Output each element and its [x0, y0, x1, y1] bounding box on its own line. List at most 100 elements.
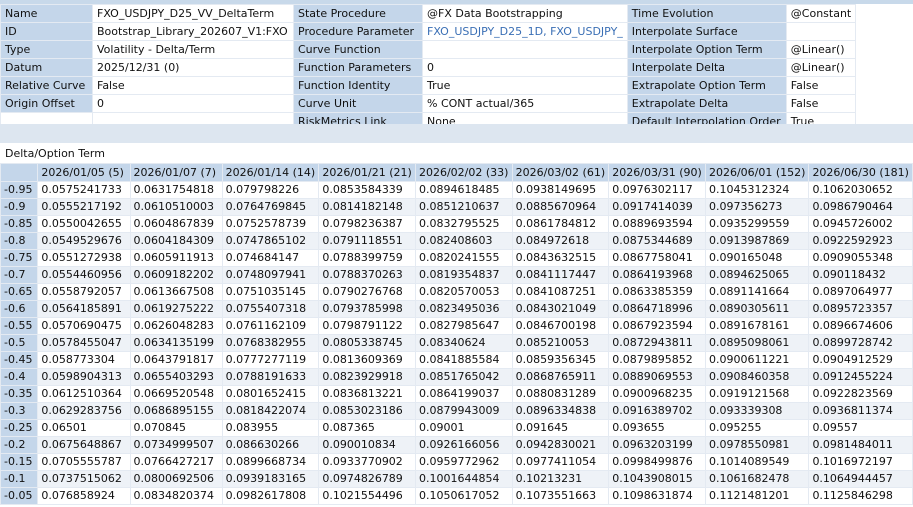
table-cell[interactable]: 0.09001	[414, 419, 513, 437]
table-cell[interactable]: 0.0976302117	[608, 181, 706, 199]
table-cell[interactable]: 0.0922592923	[808, 232, 913, 250]
table-cell[interactable]: 0.0945726002	[808, 215, 913, 233]
table-cell[interactable]: 0.0864718996	[608, 300, 706, 318]
table-cell[interactable]: 0.0879895852	[608, 351, 706, 369]
table-cell[interactable]: 0.0832795525	[414, 215, 513, 233]
table-cell[interactable]: 0.0813609369	[318, 351, 416, 369]
property-value[interactable]: @Linear()	[785, 40, 857, 59]
table-cell[interactable]: 0.0610510003	[129, 198, 223, 216]
table-cell[interactable]: 0.0604867839	[129, 215, 223, 233]
table-cell[interactable]: 0.1021554496	[318, 487, 416, 505]
table-cell[interactable]: 0.0612510364	[37, 385, 131, 403]
table-cell[interactable]: 0.0904912529	[808, 351, 913, 369]
table-cell[interactable]: 0.0981484011	[808, 436, 913, 454]
table-cell[interactable]: 0.058773304	[37, 351, 131, 369]
table-cell[interactable]: 0.0963203199	[608, 436, 706, 454]
row-header-delta[interactable]: -0.85	[0, 215, 39, 233]
table-cell[interactable]: 0.0859356345	[511, 351, 610, 369]
table-cell[interactable]: 0.083955	[221, 419, 320, 437]
property-value[interactable]: % CONT actual/365	[422, 94, 628, 113]
property-value[interactable]: 0	[92, 94, 294, 113]
table-cell[interactable]: 0.0788191633	[221, 368, 320, 386]
row-header-delta[interactable]: -0.6	[0, 300, 39, 318]
table-cell[interactable]: 0.0936811374	[808, 402, 913, 420]
property-value[interactable]: FXO_USDJPY_D25_1D, FXO_USDJPY_	[422, 22, 628, 41]
table-cell[interactable]: 0.0604184309	[129, 232, 223, 250]
table-cell[interactable]: 0.0939183165	[221, 470, 320, 488]
table-cell[interactable]: 0.0578455047	[37, 334, 131, 352]
table-cell[interactable]: 0.0748097941	[221, 266, 320, 284]
property-value[interactable]: Volatility - Delta/Term	[92, 40, 294, 59]
table-cell[interactable]: 0.0843632515	[511, 249, 610, 267]
table-cell[interactable]: 0.0788399759	[318, 249, 416, 267]
row-header-delta[interactable]: -0.35	[0, 385, 39, 403]
row-header-delta[interactable]: -0.75	[0, 249, 39, 267]
table-cell[interactable]: 0.0549529676	[37, 232, 131, 250]
table-cell[interactable]: 0.0550042655	[37, 215, 131, 233]
table-cell[interactable]: 0.0575241733	[37, 181, 131, 199]
table-cell[interactable]: 0.06501	[37, 419, 131, 437]
table-cell[interactable]: 0.0986790464	[808, 198, 913, 216]
property-value[interactable]: True	[422, 76, 628, 95]
table-cell[interactable]: 0.0974826789	[318, 470, 416, 488]
table-cell[interactable]: 0.0705555787	[37, 453, 131, 471]
table-cell[interactable]: 0.0790276768	[318, 283, 416, 301]
table-cell[interactable]: 0.0800692506	[129, 470, 223, 488]
table-cell[interactable]: 0.0868765911	[511, 368, 610, 386]
table-cell[interactable]: 0.0917414039	[608, 198, 706, 216]
property-value[interactable]: False	[785, 94, 857, 113]
table-cell[interactable]: 0.1098631874	[608, 487, 706, 505]
row-header-delta[interactable]: -0.4	[0, 368, 39, 386]
table-cell[interactable]: 0.0894625065	[704, 266, 810, 284]
table-cell[interactable]: 0.0755407318	[221, 300, 320, 318]
column-header[interactable]: 2026/02/02 (33)	[414, 163, 513, 182]
table-cell[interactable]: 0.0851210637	[414, 198, 513, 216]
table-cell[interactable]: 0.095255	[704, 419, 810, 437]
table-cell[interactable]: 0.0609182202	[129, 266, 223, 284]
table-cell[interactable]: 0.0631754818	[129, 181, 223, 199]
row-header-delta[interactable]: -0.55	[0, 317, 39, 335]
table-cell[interactable]: 0.079798226	[221, 181, 320, 199]
table-cell[interactable]: 0.0605911913	[129, 249, 223, 267]
table-cell[interactable]: 0.0899728742	[808, 334, 913, 352]
table-cell[interactable]: 0.082408603	[414, 232, 513, 250]
table-cell[interactable]: 0.0864199037	[414, 385, 513, 403]
table-cell[interactable]: 0.1064944457	[808, 470, 913, 488]
property-value[interactable]	[785, 22, 857, 41]
table-cell[interactable]: 0.0889069553	[608, 368, 706, 386]
table-cell[interactable]: 0.0551272938	[37, 249, 131, 267]
table-cell[interactable]: 0.093339308	[704, 402, 810, 420]
table-cell[interactable]: 0.0867923594	[608, 317, 706, 335]
table-cell[interactable]: 0.0853584339	[318, 181, 416, 199]
property-value[interactable]: False	[92, 76, 294, 95]
row-header-delta[interactable]: -0.8	[0, 232, 39, 250]
row-header-delta[interactable]: -0.25	[0, 419, 39, 437]
table-cell[interactable]: 0.0634135199	[129, 334, 223, 352]
table-cell[interactable]: 0.0798791122	[318, 317, 416, 335]
property-value[interactable]: @Linear()	[785, 58, 857, 77]
table-cell[interactable]: 0.0558792057	[37, 283, 131, 301]
row-header-delta[interactable]: -0.15	[0, 453, 39, 471]
table-cell[interactable]: 0.1014089549	[704, 453, 810, 471]
table-cell[interactable]: 0.0814182148	[318, 198, 416, 216]
property-value[interactable]: @FX Data Bootstrapping	[422, 4, 628, 23]
table-cell[interactable]: 0.0912455224	[808, 368, 913, 386]
table-cell[interactable]: 0.0896674606	[808, 317, 913, 335]
table-cell[interactable]: 0.0841885584	[414, 351, 513, 369]
table-cell[interactable]: 0.0891141664	[704, 283, 810, 301]
table-cell[interactable]: 0.086630266	[221, 436, 320, 454]
column-header[interactable]: 2026/06/30 (181)	[808, 163, 913, 182]
table-cell[interactable]: 0.0875344689	[608, 232, 706, 250]
table-cell[interactable]: 0.090118432	[808, 266, 913, 284]
table-cell[interactable]: 0.0864193968	[608, 266, 706, 284]
table-cell[interactable]: 0.0761162109	[221, 317, 320, 335]
table-cell[interactable]: 0.0853023186	[318, 402, 416, 420]
property-value[interactable]: @Constant	[785, 4, 857, 23]
table-cell[interactable]: 0.0820570053	[414, 283, 513, 301]
table-cell[interactable]: 0.09557	[808, 419, 913, 437]
table-cell[interactable]: 0.0861784812	[511, 215, 610, 233]
column-header[interactable]: 2026/01/14 (14)	[221, 163, 320, 182]
table-cell[interactable]: 0.1125846298	[808, 487, 913, 505]
table-cell[interactable]: 0.0777277119	[221, 351, 320, 369]
table-cell[interactable]: 0.0788370263	[318, 266, 416, 284]
